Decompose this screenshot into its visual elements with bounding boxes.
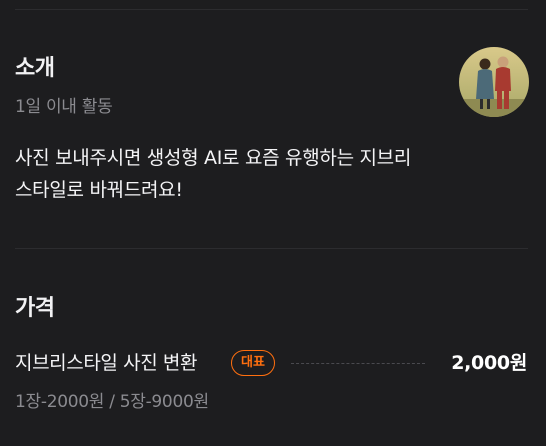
- top-divider: [15, 9, 528, 10]
- price-item-name: 지브리스타일 사진 변환: [15, 352, 198, 374]
- intro-heading: 소개: [15, 56, 55, 81]
- section-divider: [15, 248, 528, 249]
- representative-badge: 대표: [231, 350, 275, 376]
- price-item-detail: 1장-2000원 / 5장-9000원: [15, 392, 209, 412]
- dotted-leader: [291, 363, 425, 364]
- profile-avatar[interactable]: [459, 47, 529, 117]
- pricing-heading: 가격: [15, 296, 55, 321]
- intro-description: 사진 보내주시면 생성형 AI로 요즘 유행하는 지브리 스타일로 바꿔드려요!: [15, 147, 412, 201]
- price-item-amount: 2,000원: [451, 352, 527, 374]
- avatar-photo-icon: [459, 47, 529, 117]
- activity-status: 1일 이내 활동: [15, 97, 113, 117]
